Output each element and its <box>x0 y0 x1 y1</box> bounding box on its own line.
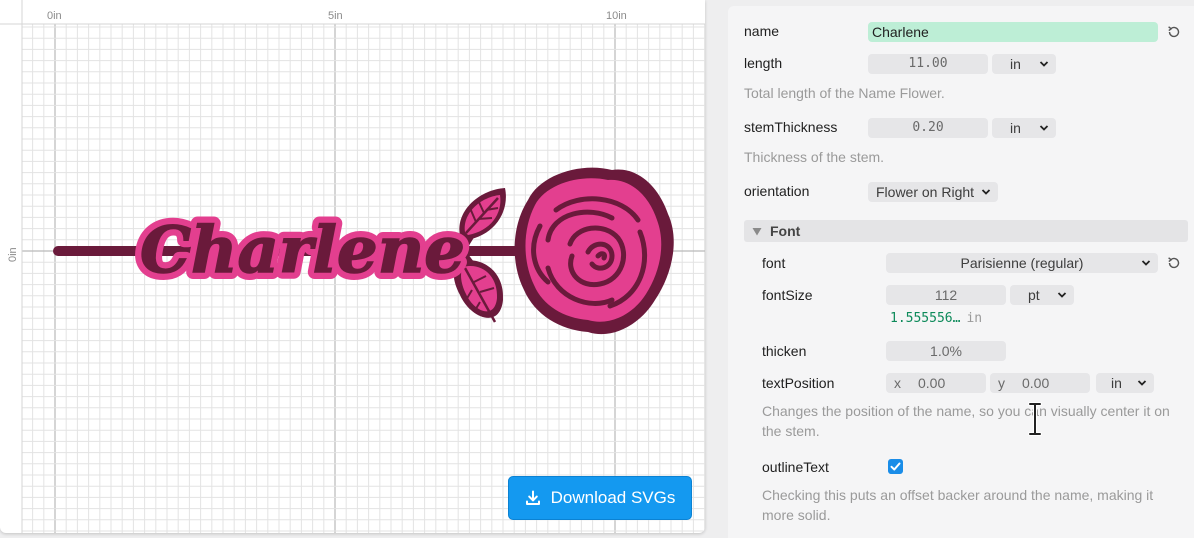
rose-bloom <box>514 167 674 335</box>
font-size-unit-value: pt <box>1028 287 1040 303</box>
outline-text-checkbox[interactable] <box>888 459 903 474</box>
thicken-input[interactable]: 1.0% <box>886 341 1006 361</box>
font-size-converted: 1.555556… in <box>890 311 982 326</box>
orientation-select[interactable]: Flower on Right <box>868 182 998 202</box>
download-button-label: Download SVGs <box>550 488 676 507</box>
ruler-label-10in: 10in <box>606 10 627 22</box>
checkmark-icon <box>890 462 901 471</box>
font-size-input[interactable]: 112 <box>886 285 1006 305</box>
orientation-value: Flower on Right <box>876 184 975 200</box>
stem-thickness-unit-value: in <box>1010 120 1021 136</box>
text-position-y-input[interactable]: y 0.00 <box>990 373 1090 393</box>
chevron-down-icon <box>1039 125 1049 131</box>
name-label: name <box>744 23 780 39</box>
collapse-triangle-icon <box>752 228 762 236</box>
outline-text-label: outlineText <box>762 459 829 475</box>
font-size-converted-unit: in <box>966 311 983 326</box>
leaf-upper <box>459 188 506 240</box>
text-cursor-icon <box>1028 402 1042 436</box>
y-value: 0.00 <box>1022 375 1050 391</box>
name-flower-artwork: Charlene Charlene <box>53 167 674 335</box>
download-icon <box>525 490 540 505</box>
text-position-x-input[interactable]: x 0.00 <box>886 373 986 393</box>
text-position-unit-select[interactable]: in <box>1096 373 1154 393</box>
design-canvas[interactable]: 0in 5in 10in 0in Charlene Charlene Downl… <box>0 0 705 533</box>
length-label: length <box>744 55 783 71</box>
font-label: font <box>762 255 786 271</box>
chevron-down-icon <box>1039 61 1049 67</box>
x-value: 0.00 <box>918 375 946 391</box>
settings-panel: name Charlene length 11.00 in Total leng… <box>728 6 1194 538</box>
font-value: Parisienne (regular) <box>960 255 1084 271</box>
stem-thickness-input[interactable]: 0.20 <box>868 118 988 138</box>
ruler-label-5in: 5in <box>328 10 343 22</box>
stem-thickness-unit-select[interactable]: in <box>992 118 1056 138</box>
name-text: Charlene <box>140 213 465 288</box>
reset-font-icon[interactable] <box>1166 255 1182 271</box>
font-size-unit-select[interactable]: pt <box>1010 285 1074 305</box>
chevron-down-icon <box>981 189 991 195</box>
length-unit-value: in <box>1010 56 1021 72</box>
ruler-label-left-0in: 0in <box>7 247 19 262</box>
font-size-converted-value: 1.555556… <box>890 311 961 326</box>
length-unit-select[interactable]: in <box>992 54 1056 74</box>
chevron-down-icon <box>1137 380 1147 386</box>
text-position-label: textPosition <box>762 375 835 391</box>
reset-name-icon[interactable] <box>1166 24 1182 40</box>
name-input[interactable]: Charlene <box>868 22 1158 42</box>
text-position-unit-value: in <box>1111 375 1122 391</box>
y-prefix: y <box>998 375 1005 391</box>
font-select[interactable]: Parisienne (regular) <box>886 253 1158 273</box>
stem-thickness-help-text: Thickness of the stem. <box>744 149 885 165</box>
chevron-down-icon <box>1057 292 1067 298</box>
length-input[interactable]: 11.00 <box>868 54 988 74</box>
thicken-label: thicken <box>762 343 807 359</box>
font-section-title: Font <box>770 223 801 239</box>
font-size-label: fontSize <box>762 287 813 303</box>
download-svgs-button[interactable]: Download SVGs <box>508 476 692 520</box>
outline-text-help-text: Checking this puts an offset backer arou… <box>762 487 1154 523</box>
stem-thickness-label: stemThickness <box>744 119 838 135</box>
length-help-text: Total length of the Name Flower. <box>744 85 945 101</box>
text-position-help-text: Changes the position of the name, so you… <box>762 403 1170 439</box>
orientation-label: orientation <box>744 183 810 199</box>
font-section-header[interactable]: Font <box>744 220 1188 242</box>
x-prefix: x <box>894 375 901 391</box>
canvas-grid: 0in 5in 10in 0in Charlene Charlene <box>0 0 705 533</box>
chevron-down-icon <box>1141 260 1151 266</box>
ruler-label-0in: 0in <box>47 10 62 22</box>
